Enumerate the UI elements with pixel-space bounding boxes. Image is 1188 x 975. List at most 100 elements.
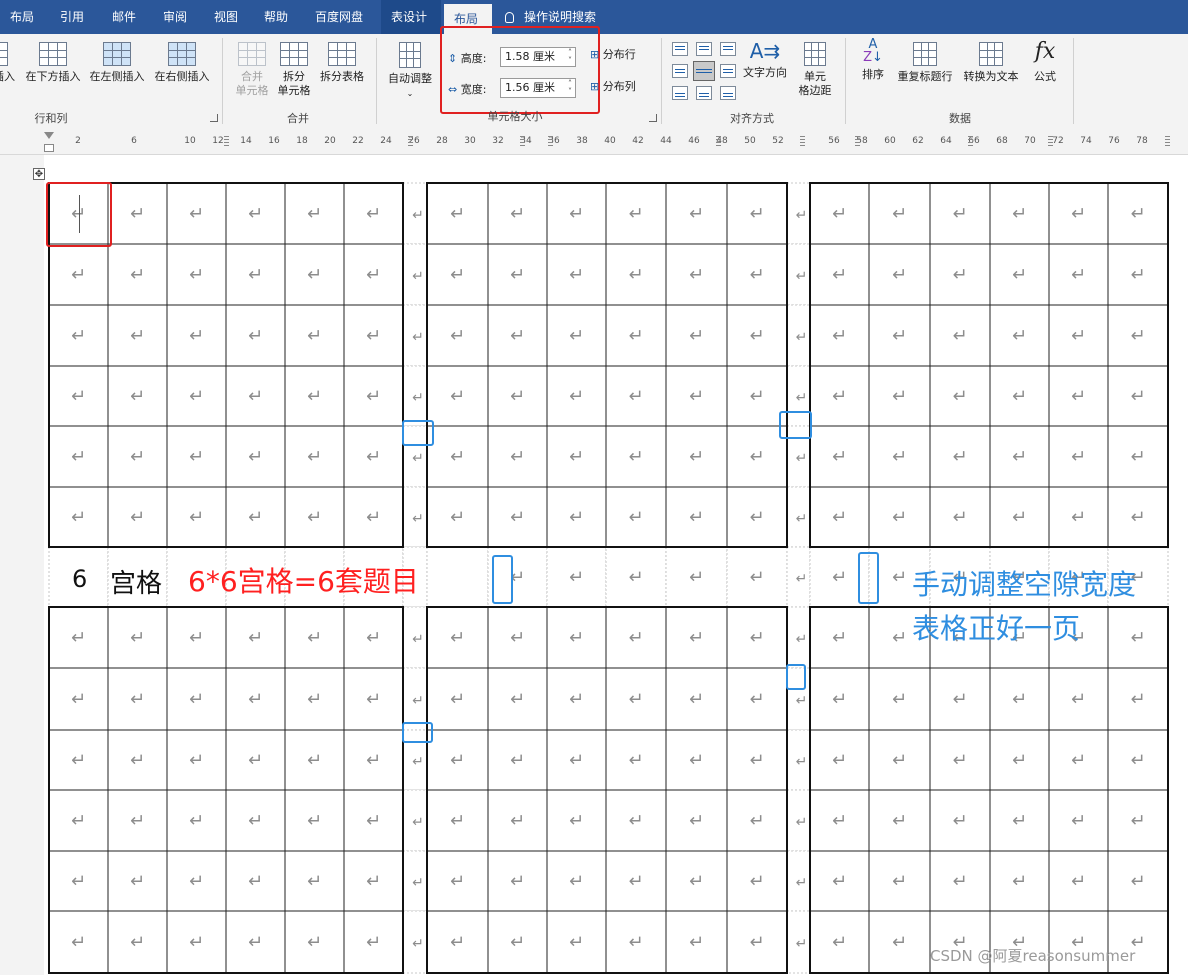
gap-cell[interactable]: ↵ xyxy=(786,304,811,367)
table-cell[interactable]: ↵ xyxy=(284,729,345,791)
gap-cell[interactable] xyxy=(426,546,489,608)
table-cell[interactable]: ↵ xyxy=(546,606,607,669)
table-cell[interactable]: ↵ xyxy=(343,850,404,912)
cell-size-launcher-icon[interactable] xyxy=(649,114,657,122)
table-cell[interactable]: ↵ xyxy=(225,365,286,427)
table-cell[interactable]: ↵ xyxy=(605,425,667,488)
table-cell[interactable]: ↵ xyxy=(929,425,991,488)
table-cell[interactable]: ↵ xyxy=(1048,667,1109,731)
table-cell[interactable]: ↵ xyxy=(48,365,109,427)
insert-above-button[interactable]: 插入 xyxy=(0,42,22,84)
table-cell[interactable]: ↵ xyxy=(665,789,728,852)
tab-layout-page[interactable]: 布局 xyxy=(0,0,44,34)
gap-cell[interactable]: ↵ xyxy=(402,910,428,974)
table-cell[interactable]: ↵ xyxy=(107,425,168,488)
table-cell[interactable]: ↵ xyxy=(426,304,489,367)
table-cell[interactable]: ↵ xyxy=(726,606,788,669)
table-cell[interactable]: ↵ xyxy=(605,667,667,731)
table-cell[interactable]: ↵ xyxy=(426,667,489,731)
table-cell[interactable]: ↵ xyxy=(726,850,788,912)
table-cell[interactable]: ↵ xyxy=(546,910,607,974)
table-cell[interactable]: ↵ xyxy=(929,243,991,306)
gap-cell[interactable]: ↵ xyxy=(605,546,667,608)
table-cell[interactable]: ↵ xyxy=(546,365,607,427)
table-cell[interactable]: ↵ xyxy=(225,850,286,912)
table-cell[interactable]: ↵ xyxy=(605,729,667,791)
gap-cell[interactable]: ↵ xyxy=(786,182,811,245)
table-cell[interactable]: ↵ xyxy=(1107,243,1169,306)
insert-below-button[interactable]: 在下方插入 xyxy=(22,42,84,84)
table-cell[interactable]: ↵ xyxy=(809,365,870,427)
table-cell[interactable]: ↵ xyxy=(343,910,404,974)
table-cell[interactable]: ↵ xyxy=(809,606,870,669)
table-cell[interactable]: ↵ xyxy=(343,243,404,306)
column-marker[interactable] xyxy=(968,136,973,146)
table-cell[interactable]: ↵ xyxy=(107,606,168,669)
table-cell[interactable]: ↵ xyxy=(665,365,728,427)
table-cell[interactable]: ↵ xyxy=(989,729,1050,791)
split-cells-button[interactable]: 拆分 单元格 xyxy=(274,42,314,98)
table-cell[interactable]: ↵ xyxy=(809,667,870,731)
table-cell[interactable]: ↵ xyxy=(868,789,931,852)
hanging-indent-icon[interactable] xyxy=(44,144,54,152)
table-cell[interactable]: ↵ xyxy=(487,606,548,669)
gap-cell[interactable]: ↵ xyxy=(786,850,811,912)
table-cell[interactable]: ↵ xyxy=(1107,910,1169,974)
table-cell[interactable]: ↵ xyxy=(426,850,489,912)
table-cell[interactable]: ↵ xyxy=(605,850,667,912)
table-cell[interactable]: ↵ xyxy=(1107,850,1169,912)
table-cell[interactable]: ↵ xyxy=(107,182,168,245)
column-marker[interactable] xyxy=(1048,136,1053,146)
table-cell[interactable]: ↵ xyxy=(343,425,404,488)
table-cell[interactable]: ↵ xyxy=(546,243,607,306)
align-bottom-left-button[interactable] xyxy=(672,86,688,100)
table-cell[interactable]: ↵ xyxy=(343,606,404,669)
table-cell[interactable]: ↵ xyxy=(929,789,991,852)
table-cell[interactable]: ↵ xyxy=(225,425,286,488)
table-cell[interactable]: ↵ xyxy=(665,910,728,974)
table-cell[interactable]: ↵ xyxy=(166,606,227,669)
table-cell[interactable]: ↵ xyxy=(726,365,788,427)
table-cell[interactable]: ↵ xyxy=(989,304,1050,367)
autofit-button[interactable]: 自动调整 ⌄ xyxy=(384,42,436,101)
first-line-indent-icon[interactable] xyxy=(44,132,54,139)
tab-help[interactable]: 帮助 xyxy=(254,0,298,34)
table-cell[interactable]: ↵ xyxy=(726,486,788,548)
table-cell[interactable]: ↵ xyxy=(107,365,168,427)
table-cell[interactable]: ↵ xyxy=(809,486,870,548)
table-cell[interactable]: ↵ xyxy=(426,606,489,669)
tab-table-design[interactable]: 表设计 xyxy=(381,0,441,34)
table-cell[interactable]: ↵ xyxy=(546,486,607,548)
text-direction-button[interactable]: A⇉ 文字方向 xyxy=(740,38,790,80)
table-cell[interactable]: ↵ xyxy=(166,304,227,367)
table-cell[interactable]: ↵ xyxy=(726,182,788,245)
gap-cell[interactable]: ↵ xyxy=(402,606,428,669)
align-bottom-right-button[interactable] xyxy=(720,86,736,100)
table-cell[interactable]: ↵ xyxy=(726,910,788,974)
table-cell[interactable]: ↵ xyxy=(166,667,227,731)
table-cell[interactable]: ↵ xyxy=(48,667,109,731)
table-cell[interactable]: ↵ xyxy=(868,667,931,731)
table-cell[interactable]: ↵ xyxy=(284,486,345,548)
table-cell[interactable]: ↵ xyxy=(166,425,227,488)
distribute-cols-button[interactable]: ⊞ 分布列 xyxy=(590,80,636,94)
gap-cell[interactable]: ↵ xyxy=(546,546,607,608)
tab-references[interactable]: 引用 xyxy=(50,0,94,34)
align-bottom-center-button[interactable] xyxy=(696,86,712,100)
table-cell[interactable]: ↵ xyxy=(166,850,227,912)
table-cell[interactable]: ↵ xyxy=(48,425,109,488)
table-cell[interactable]: ↵ xyxy=(929,304,991,367)
table-cell[interactable]: ↵ xyxy=(868,425,931,488)
table-cell[interactable]: ↵ xyxy=(868,486,931,548)
table-cell[interactable]: ↵ xyxy=(989,667,1050,731)
table-cell[interactable]: ↵ xyxy=(1107,789,1169,852)
formula-button[interactable]: fx 公式 xyxy=(1030,38,1060,84)
table-cell[interactable]: ↵ xyxy=(284,606,345,669)
convert-text-button[interactable]: 转换为文本 xyxy=(960,42,1022,84)
split-table-button[interactable]: 拆分表格 xyxy=(316,42,368,84)
table-cell[interactable]: ↵ xyxy=(1048,789,1109,852)
table-cell[interactable]: ↵ xyxy=(48,243,109,306)
table-cell[interactable]: ↵ xyxy=(665,304,728,367)
table-cell[interactable]: ↵ xyxy=(343,486,404,548)
table-cell[interactable]: ↵ xyxy=(605,304,667,367)
